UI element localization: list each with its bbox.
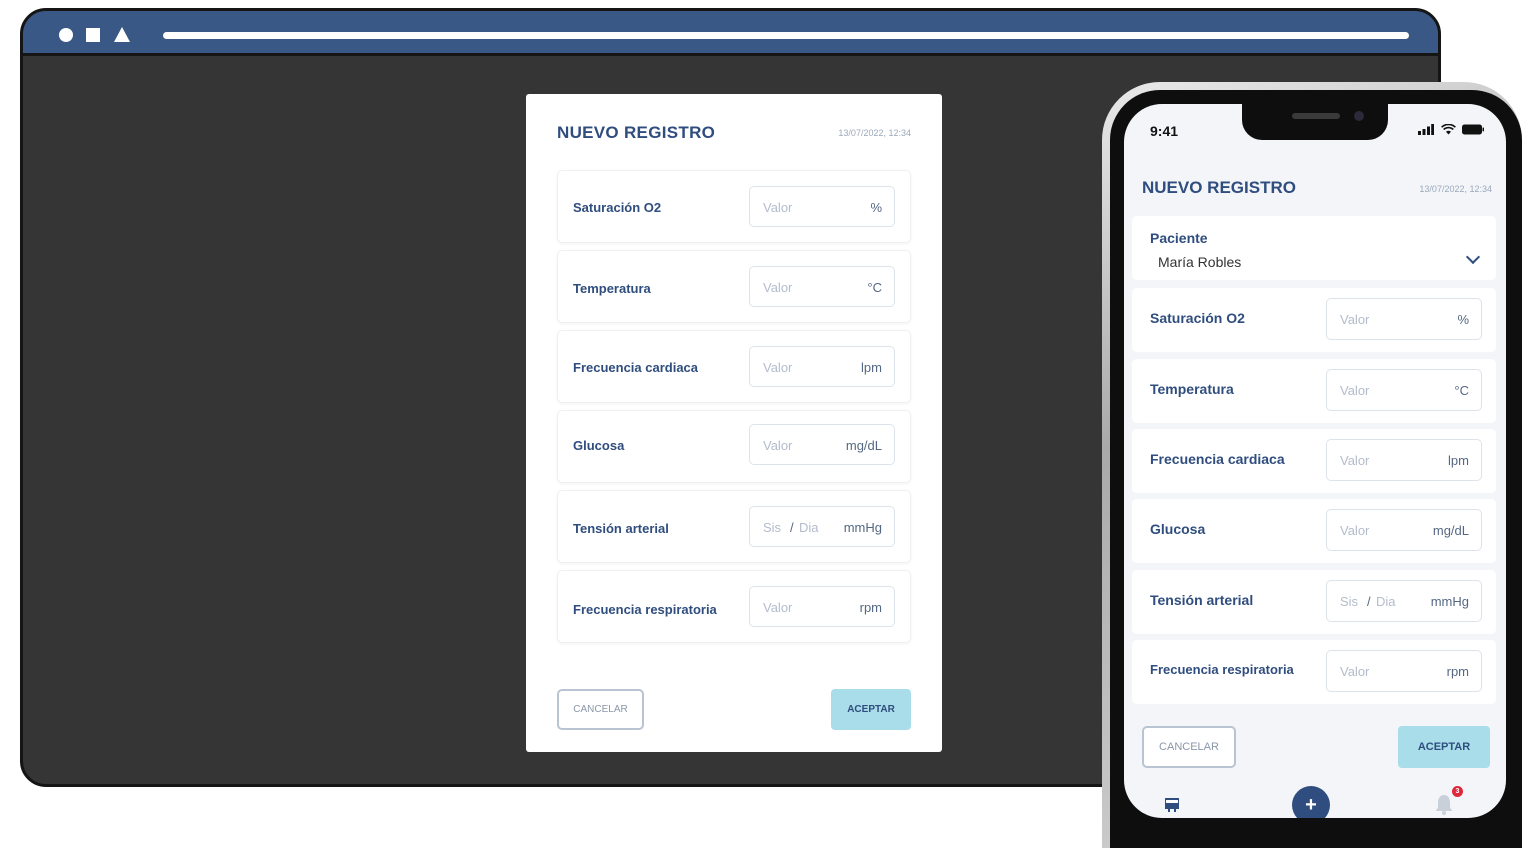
input-unit: mg/dL bbox=[1432, 523, 1469, 538]
phone-row-frecuencia-respiratoria: Frecuencia respiratoria Valor rpm bbox=[1132, 640, 1496, 704]
phone-accept-button[interactable]: ACEPTAR bbox=[1398, 726, 1490, 768]
field-label: Frecuencia respiratoria bbox=[573, 602, 717, 617]
field-row-frecuencia-cardiaca: Frecuencia cardiaca Valor lpm bbox=[557, 330, 911, 403]
speaker-icon bbox=[1292, 113, 1340, 119]
input-placeholder: Valor bbox=[763, 280, 793, 295]
temperatura-input[interactable]: Valor °C bbox=[749, 266, 895, 307]
input-placeholder: Valor bbox=[763, 600, 793, 615]
cancel-button[interactable]: CANCELAR bbox=[557, 689, 644, 730]
field-label: Glucosa bbox=[573, 438, 625, 453]
square-icon[interactable] bbox=[86, 28, 100, 42]
form-title: NUEVO REGISTRO bbox=[557, 123, 716, 142]
patient-value: María Robles bbox=[1158, 254, 1242, 270]
field-label: Saturación O2 bbox=[573, 200, 662, 215]
field-label: Tensión arterial bbox=[573, 521, 669, 536]
input-placeholder: Valor bbox=[1340, 664, 1370, 679]
input-unit: °C bbox=[867, 280, 882, 295]
phone-form-date: 13/07/2022, 12:34 bbox=[1419, 184, 1492, 194]
bell-icon[interactable] bbox=[1432, 792, 1456, 816]
input-placeholder: Valor bbox=[763, 438, 793, 453]
address-bar[interactable] bbox=[163, 32, 1409, 39]
field-label: Frecuencia respiratoria bbox=[1150, 662, 1294, 677]
input-separator: / bbox=[790, 520, 794, 535]
phone-row-tension-arterial: Tensión arterial Sis / Dia mmHg bbox=[1132, 570, 1496, 634]
field-label: Frecuencia cardiaca bbox=[1150, 451, 1285, 467]
field-label: Saturación O2 bbox=[1150, 310, 1245, 326]
add-icon[interactable]: + bbox=[1292, 786, 1330, 818]
phone-row-temperatura: Temperatura Valor °C bbox=[1132, 359, 1496, 423]
frecuencia-respiratoria-input[interactable]: Valor rpm bbox=[749, 586, 895, 627]
input-placeholder: Valor bbox=[1340, 523, 1370, 538]
field-label: Frecuencia cardiaca bbox=[573, 360, 699, 375]
chevron-down-icon bbox=[1465, 249, 1481, 265]
input-separator: / bbox=[1367, 594, 1371, 609]
form-date: 13/07/2022, 12:34 bbox=[838, 128, 911, 138]
field-label: Tensión arterial bbox=[1150, 592, 1254, 608]
wifi-icon bbox=[1440, 123, 1456, 135]
phone-glucosa-input[interactable]: Valor mg/dL bbox=[1326, 509, 1482, 551]
input-placeholder: Valor bbox=[763, 200, 793, 215]
input-unit: mmHg bbox=[1430, 594, 1469, 609]
frecuencia-cardiaca-input[interactable]: Valor lpm bbox=[749, 346, 895, 387]
input-unit: % bbox=[1457, 312, 1469, 327]
input-unit: % bbox=[870, 200, 882, 215]
phone-row-saturacion: Saturación O2 Valor % bbox=[1132, 288, 1496, 352]
mockup-stage: NUEVO REGISTRO 13/07/2022, 12:34 Saturac… bbox=[0, 0, 1522, 848]
accept-button[interactable]: ACEPTAR bbox=[831, 689, 911, 730]
field-label: Temperatura bbox=[1150, 381, 1234, 397]
signal-icon bbox=[1418, 124, 1435, 136]
field-row-glucosa: Glucosa Valor mg/dL bbox=[557, 410, 911, 483]
phone-bezel: 9:41 NUEVO REGISTRO 13/07/2022, 12:34 Pa… bbox=[1110, 90, 1522, 848]
triangle-icon[interactable] bbox=[114, 27, 130, 42]
status-icons bbox=[1418, 122, 1484, 136]
phone-frecuencia-cardiaca-input[interactable]: Valor lpm bbox=[1326, 439, 1482, 481]
battery-icon bbox=[1462, 124, 1484, 135]
phone-form-title: NUEVO REGISTRO bbox=[1142, 178, 1296, 197]
input-unit: mg/dL bbox=[845, 438, 882, 453]
new-record-form: NUEVO REGISTRO 13/07/2022, 12:34 Saturac… bbox=[526, 94, 942, 752]
glucosa-input[interactable]: Valor mg/dL bbox=[749, 424, 895, 465]
camera-icon bbox=[1354, 111, 1364, 121]
circle-icon[interactable] bbox=[59, 28, 73, 42]
phone-frecuencia-respiratoria-input[interactable]: Valor rpm bbox=[1326, 650, 1482, 692]
input-placeholder: Valor bbox=[1340, 453, 1370, 468]
input-unit: mmHg bbox=[843, 520, 882, 535]
field-label: Glucosa bbox=[1150, 521, 1206, 537]
input-unit: °C bbox=[1454, 383, 1469, 398]
notification-badge: 3 bbox=[1452, 786, 1463, 797]
input-placeholder: Valor bbox=[1340, 383, 1370, 398]
phone-frame: 9:41 NUEVO REGISTRO 13/07/2022, 12:34 Pa… bbox=[1102, 82, 1522, 848]
phone-temperatura-input[interactable]: Valor °C bbox=[1326, 369, 1482, 411]
input-unit: lpm bbox=[1448, 453, 1469, 468]
saturacion-input[interactable]: Valor % bbox=[749, 186, 895, 227]
input-unit: rpm bbox=[1446, 664, 1469, 679]
input-placeholder: Valor bbox=[763, 360, 793, 375]
input-placeholder: Valor bbox=[1340, 312, 1370, 327]
field-row-frecuencia-respiratoria: Frecuencia respiratoria Valor rpm bbox=[557, 570, 911, 643]
patient-label: Paciente bbox=[1150, 230, 1208, 246]
field-row-saturacion: Saturación O2 Valor % bbox=[557, 170, 911, 243]
status-time: 9:41 bbox=[1150, 123, 1179, 139]
patient-select[interactable]: Paciente María Robles bbox=[1132, 216, 1496, 280]
tension-arterial-input[interactable]: Sis / Dia mmHg bbox=[749, 506, 895, 547]
input-placeholder-dia: Dia bbox=[799, 520, 819, 535]
phone-notch bbox=[1242, 104, 1388, 140]
input-placeholder-sis: Sis bbox=[1340, 594, 1359, 609]
field-label: Temperatura bbox=[573, 281, 651, 296]
phone-cancel-button[interactable]: CANCELAR bbox=[1142, 726, 1236, 768]
phone-tension-arterial-input[interactable]: Sis / Dia mmHg bbox=[1326, 580, 1482, 622]
input-placeholder-sis: Sis bbox=[763, 520, 782, 535]
phone-row-frecuencia-cardiaca: Frecuencia cardiaca Valor lpm bbox=[1132, 429, 1496, 493]
phone-screen: 9:41 NUEVO REGISTRO 13/07/2022, 12:34 Pa… bbox=[1124, 104, 1506, 818]
phone-saturacion-input[interactable]: Valor % bbox=[1326, 298, 1482, 340]
input-placeholder-dia: Dia bbox=[1376, 594, 1396, 609]
home-icon[interactable] bbox=[1162, 794, 1182, 814]
input-unit: rpm bbox=[859, 600, 882, 615]
field-row-tension-arterial: Tensión arterial Sis / Dia mmHg bbox=[557, 490, 911, 563]
input-unit: lpm bbox=[861, 360, 882, 375]
browser-toolbar bbox=[23, 11, 1438, 56]
field-row-temperatura: Temperatura Valor °C bbox=[557, 250, 911, 323]
phone-row-glucosa: Glucosa Valor mg/dL bbox=[1132, 499, 1496, 563]
